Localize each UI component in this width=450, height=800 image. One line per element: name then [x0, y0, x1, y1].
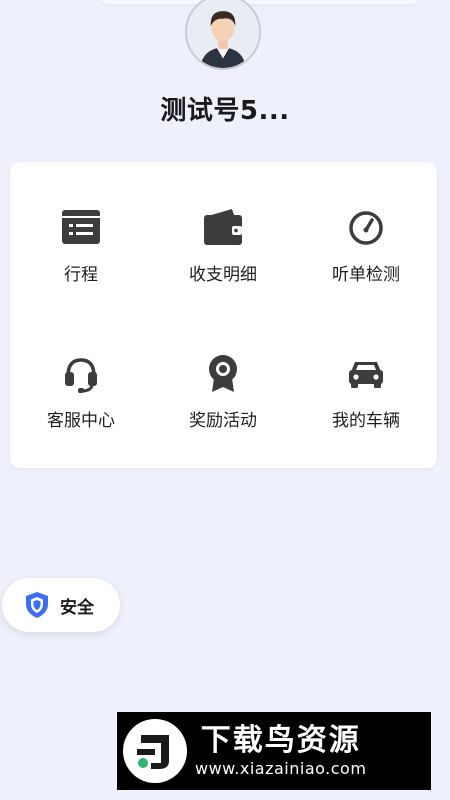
menu-item-my-vehicle[interactable]: 我的车辆 — [295, 352, 437, 462]
user-avatar-icon — [187, 0, 259, 68]
shield-icon — [24, 591, 50, 619]
headset-icon — [60, 352, 102, 394]
watermark-url: www.xiazainiao.com — [195, 759, 367, 778]
gauge-icon — [345, 206, 387, 248]
menu-item-label: 行程 — [64, 265, 98, 285]
menu-card: 行程 收支明细 听单检测 客服中心 奖励活动 我的车辆 — [10, 162, 437, 468]
menu-item-label: 客服中心 — [47, 411, 115, 431]
menu-item-customer-service[interactable]: 客服中心 — [10, 352, 152, 462]
watermark-title: 下载鸟资源 — [200, 723, 361, 758]
top-panel-edge — [98, 0, 420, 4]
menu-item-label: 收支明细 — [189, 265, 257, 285]
menu-item-label: 听单检测 — [332, 265, 400, 285]
wallet-icon — [202, 206, 244, 248]
menu-item-rewards[interactable]: 奖励活动 — [152, 352, 294, 462]
menu-item-label: 奖励活动 — [189, 411, 257, 431]
safety-button[interactable]: 安全 — [2, 578, 120, 632]
watermark-banner: 下载鸟资源 www.xiazainiao.com — [117, 712, 431, 790]
safety-label: 安全 — [60, 597, 94, 618]
menu-item-label: 我的车辆 — [332, 411, 400, 431]
itinerary-icon — [60, 206, 102, 248]
award-icon — [202, 352, 244, 394]
menu-item-order-detection[interactable]: 听单检测 — [295, 206, 437, 316]
car-icon — [345, 352, 387, 394]
bird-logo-icon — [123, 719, 187, 783]
user-name: 测试号5... — [160, 96, 290, 126]
menu-item-income-expense[interactable]: 收支明细 — [152, 206, 294, 316]
menu-item-itinerary[interactable]: 行程 — [10, 206, 152, 316]
avatar[interactable] — [185, 0, 261, 70]
